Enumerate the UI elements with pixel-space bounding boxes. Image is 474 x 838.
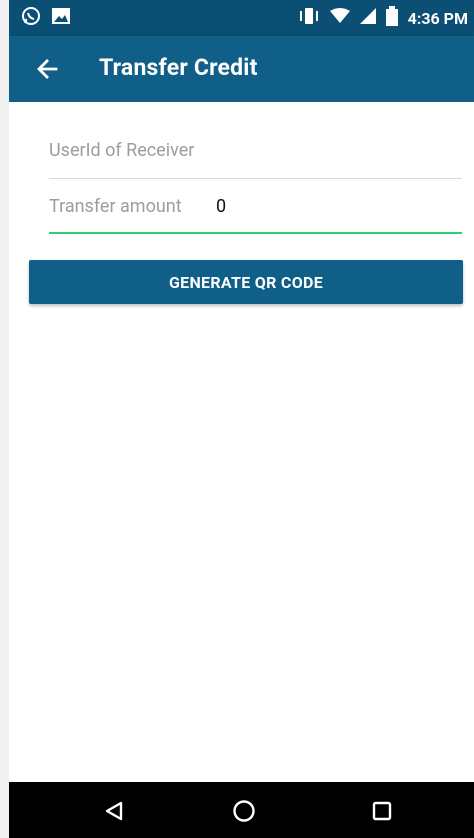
home-circle-icon	[233, 800, 255, 822]
amount-value[interactable]: 0	[216, 196, 226, 217]
vibrate-icon	[298, 7, 320, 29]
arrow-left-icon	[37, 59, 58, 79]
transfer-form: UserId of Receiver Transfer amount 0 GEN…	[9, 102, 474, 782]
phone-screen: 4:36 PM Transfer Credit UserId of Receiv…	[9, 0, 474, 838]
status-bar: 4:36 PM	[9, 0, 474, 36]
app-bar: Transfer Credit	[9, 36, 474, 102]
back-button[interactable]	[31, 53, 63, 85]
nav-recents-button[interactable]	[367, 796, 397, 826]
recents-square-icon	[372, 801, 392, 821]
userid-placeholder: UserId of Receiver	[49, 140, 195, 161]
amount-label: Transfer amount	[49, 196, 182, 217]
signal-icon	[359, 8, 376, 28]
whatsapp-icon	[21, 6, 41, 30]
page-title: Transfer Credit	[99, 54, 258, 81]
nav-home-button[interactable]	[229, 796, 259, 826]
status-time: 4:36 PM	[407, 8, 468, 28]
navigation-bar	[9, 782, 474, 838]
userid-field[interactable]: UserId of Receiver	[49, 128, 462, 179]
status-right-icons: 4:36 PM	[298, 6, 468, 30]
generate-qr-button[interactable]: GENERATE QR CODE	[29, 260, 463, 304]
image-icon	[51, 7, 71, 29]
amount-field[interactable]: Transfer amount 0	[49, 186, 462, 234]
status-left-icons	[21, 6, 71, 30]
wifi-icon	[329, 8, 350, 28]
back-triangle-icon	[105, 801, 123, 821]
nav-back-button[interactable]	[99, 796, 129, 826]
battery-icon	[385, 6, 398, 30]
